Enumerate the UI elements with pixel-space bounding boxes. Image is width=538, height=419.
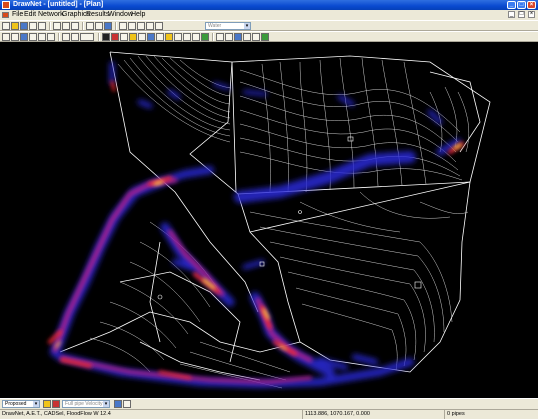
channel-icon[interactable] — [38, 33, 46, 41]
open-folder-icon[interactable] — [11, 22, 19, 30]
results-toolbar: Proposed ▾ Full pipe Velocity ▾ — [0, 398, 538, 409]
menu-edit[interactable]: Edit — [24, 10, 36, 20]
pipe-icon[interactable] — [29, 33, 37, 41]
grid-icon[interactable] — [216, 33, 224, 41]
chevron-down-icon[interactable]: ▾ — [103, 401, 109, 407]
menu-bar: File Edit Network Graphics Results Windo… — [0, 10, 538, 20]
maximize-button[interactable]: □ — [517, 1, 526, 9]
title-bar: DrawNet - [untitled] - [Plan] _ □ × — [0, 0, 538, 10]
paste-icon[interactable] — [71, 22, 79, 30]
cut-icon[interactable] — [53, 22, 61, 30]
animate-icon[interactable] — [114, 400, 122, 408]
pan-icon[interactable] — [146, 22, 154, 30]
status-selection: 0 pipes — [444, 410, 538, 419]
chevron-down-icon[interactable]: ▾ — [33, 401, 39, 407]
pencil-icon[interactable] — [62, 33, 70, 41]
redraw-icon[interactable] — [155, 22, 163, 30]
image-icon[interactable] — [183, 33, 191, 41]
select-arrow-icon[interactable] — [2, 33, 10, 41]
pit-icon[interactable] — [20, 33, 28, 41]
results-icon[interactable] — [43, 400, 51, 408]
menu-file[interactable]: File — [12, 10, 23, 20]
line-weight-icon[interactable] — [80, 33, 94, 41]
legend-icon[interactable] — [52, 400, 60, 408]
hatch-icon[interactable] — [138, 33, 146, 41]
report-icon[interactable] — [243, 33, 251, 41]
color-icon[interactable] — [111, 33, 119, 41]
camera-icon[interactable] — [225, 33, 233, 41]
fill-icon[interactable] — [102, 33, 110, 41]
zoom-out-icon[interactable] — [128, 22, 136, 30]
highlight-icon[interactable] — [129, 33, 137, 41]
child-close-button[interactable]: × — [528, 11, 535, 18]
folder-icon[interactable] — [165, 33, 173, 41]
menu-help[interactable]: Help — [131, 10, 145, 20]
standard-toolbar: Water ▾ — [0, 20, 538, 31]
copy-icon[interactable] — [62, 22, 70, 30]
text-tool-icon[interactable] — [156, 33, 164, 41]
menu-window[interactable]: Window — [108, 10, 133, 20]
close-button[interactable]: × — [527, 1, 536, 9]
node-icon[interactable] — [11, 33, 19, 41]
app-icon[interactable] — [2, 1, 10, 9]
velocity-heatmap — [48, 61, 464, 388]
drawing-toolbar — [0, 31, 538, 42]
window-title: DrawNet - [untitled] - [Plan] — [13, 1, 104, 8]
child-minimize-button[interactable]: _ — [508, 11, 515, 18]
disk-icon[interactable] — [234, 33, 242, 41]
map-icon[interactable] — [261, 33, 269, 41]
status-bar: DrawNet, A.E.T., CADSel, FloodFlow W 12.… — [0, 409, 538, 419]
help-icon[interactable] — [104, 22, 112, 30]
chevron-down-icon[interactable]: ▾ — [244, 23, 250, 29]
chart-icon[interactable] — [123, 400, 131, 408]
properties-icon[interactable] — [252, 33, 260, 41]
zoom-extents-icon[interactable] — [137, 22, 145, 30]
polygon-icon[interactable] — [147, 33, 155, 41]
run-icon[interactable] — [201, 33, 209, 41]
layer-icon[interactable] — [120, 33, 128, 41]
status-coordinates: 1113.886, 1070.167, 0.000 — [302, 410, 442, 419]
document-icon[interactable] — [2, 12, 9, 18]
catchment-icon[interactable] — [47, 33, 55, 41]
network-plan-drawing[interactable] — [0, 42, 538, 398]
plan-canvas[interactable] — [0, 42, 538, 398]
menu-network[interactable]: Network — [38, 10, 64, 20]
scenario-combo[interactable]: Proposed ▾ — [2, 400, 40, 408]
layer-combo[interactable]: Water ▾ — [205, 22, 251, 30]
redo-icon[interactable] — [95, 22, 103, 30]
anchor-icon[interactable] — [174, 33, 182, 41]
undo-icon[interactable] — [86, 22, 94, 30]
zoom-in-icon[interactable] — [119, 22, 127, 30]
result-type-combo[interactable]: Full pipe Velocity ▾ — [62, 400, 110, 408]
new-file-icon[interactable] — [2, 22, 10, 30]
print-icon[interactable] — [29, 22, 37, 30]
minimize-button[interactable]: _ — [507, 1, 516, 9]
menu-results[interactable]: Results — [86, 10, 109, 20]
child-restore-button[interactable]: □ — [518, 11, 525, 18]
table-icon[interactable] — [192, 33, 200, 41]
print-preview-icon[interactable] — [38, 22, 46, 30]
status-program: DrawNet, A.E.T., CADSel, FloodFlow W 12.… — [2, 411, 111, 417]
save-icon[interactable] — [20, 22, 28, 30]
line-style-icon[interactable] — [71, 33, 79, 41]
